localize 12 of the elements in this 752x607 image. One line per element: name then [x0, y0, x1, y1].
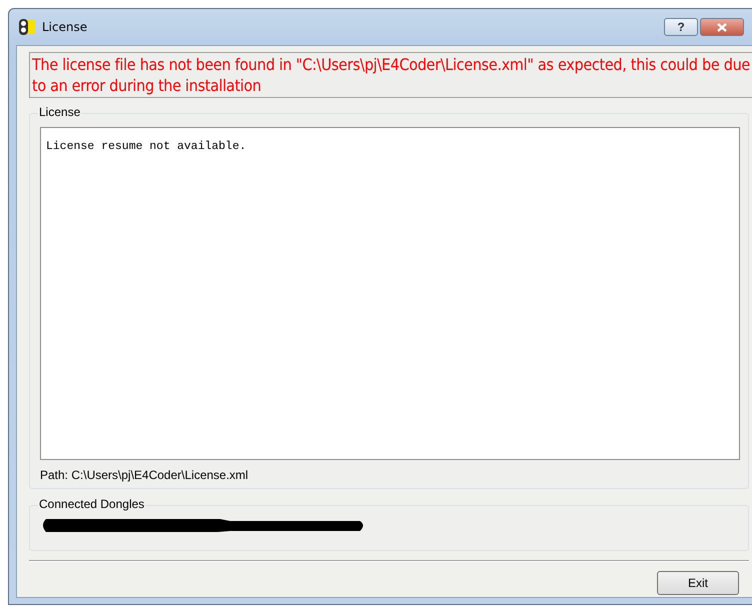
window-title: License	[42, 20, 88, 34]
license-text: License resume not available.	[46, 140, 246, 153]
app-logo-icon	[18, 18, 36, 36]
exit-button[interactable]: Exit	[657, 571, 739, 595]
license-text-area[interactable]: License resume not available.	[40, 127, 740, 460]
close-icon	[717, 22, 727, 32]
help-button[interactable]: ?	[664, 18, 698, 36]
license-path: Path: C:\Users\pj\E4Coder\License.xml	[40, 468, 250, 482]
error-message: The license file has not been found in "C:\Users\pj\E4Coder\License.xml" as expected, this could be due to an error during the installation	[29, 52, 752, 98]
close-button[interactable]	[700, 18, 744, 36]
group-title: Connected Dongles	[38, 497, 146, 511]
group-title: License	[38, 105, 82, 119]
